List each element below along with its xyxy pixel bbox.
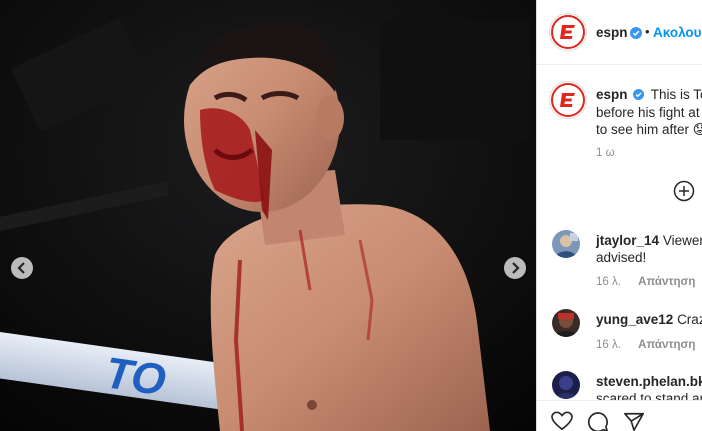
comment-username[interactable]: steven.phelan.bkr [596,374,702,389]
header-username[interactable]: espn [596,25,628,40]
caption-avatar[interactable] [549,81,587,119]
comment-icon[interactable] [587,411,609,431]
reply-button[interactable]: Απάντηση [638,339,695,351]
chevron-right-icon [512,262,520,274]
caption-line-2: before his fight at [596,104,700,120]
comment-avatar[interactable] [552,230,580,258]
caption: espn This is Ton before his fight at to … [596,86,702,139]
comment-meta: 16 λ. Απάντηση [596,339,702,351]
chevron-left-icon [17,262,25,274]
verified-badge-icon [633,89,645,100]
heart-icon[interactable] [551,411,573,431]
reply-button[interactable]: Απάντηση [638,276,695,288]
comment-avatar[interactable] [552,309,580,337]
carousel-next-button[interactable] [504,257,526,279]
follow-button[interactable]: Ακολουθ [653,25,702,40]
comment-body: Viewer [662,233,702,248]
comment-text: yung_ave12 Crazy [596,312,702,327]
comment-body-line-2: advised! [596,250,647,265]
caption-line-1: This is Ton [650,87,702,102]
separator-dot: • [645,24,650,39]
post-media[interactable]: TO [0,0,536,431]
verified-badge-icon [630,27,642,39]
comment-item: jtaylor_14 Viewer advised! 16 λ. Απάντησ… [537,230,702,290]
action-bar [537,400,702,431]
post-side-panel: espn • Ακολουθ espn This is Ton before h… [536,0,702,431]
user-avatar-icon [552,309,580,337]
comment-item: yung_ave12 Crazy 16 λ. Απάντηση [537,309,702,369]
comment-text: jtaylor_14 Viewer [596,233,702,248]
paper-plane-icon[interactable] [623,411,645,431]
caption-username[interactable]: espn [596,87,628,102]
plus-circle-icon[interactable] [673,180,695,202]
fighter-photo: TO [0,0,536,431]
espn-avatar[interactable] [549,13,587,51]
user-avatar-icon [552,371,580,399]
espn-logo-icon [560,93,575,107]
comment-age[interactable]: 16 λ. [596,276,621,288]
comment-username[interactable]: jtaylor_14 [596,233,659,248]
comment-text: steven.phelan.bkr [596,374,702,389]
caption-line-3: to see him after 😟 [596,122,702,137]
espn-logo-icon [560,25,575,39]
carousel-prev-button[interactable] [11,257,33,279]
user-avatar-icon [552,230,580,258]
comment-username[interactable]: yung_ave12 [596,312,673,327]
comment-body: Crazy [677,312,702,327]
svg-text:TO: TO [102,348,169,405]
comment-avatar[interactable] [552,371,580,399]
comment-age[interactable]: 16 λ. [596,339,621,351]
header-divider [537,64,702,65]
comment-meta: 16 λ. Απάντηση [596,276,702,288]
caption-time[interactable]: 1 ω [596,147,615,159]
